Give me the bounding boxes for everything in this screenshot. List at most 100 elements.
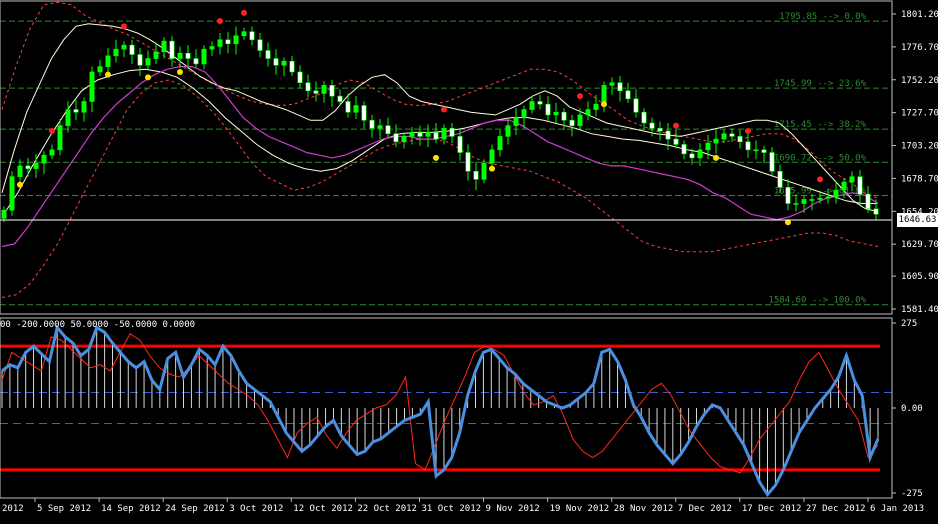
time-axis-label: 7 Dec 2012 — [678, 504, 732, 514]
fractal-up-marker — [577, 93, 583, 100]
candle-body — [465, 152, 471, 172]
candle-body — [737, 136, 743, 143]
price-axis-label: 1678.70 — [901, 174, 938, 184]
candle-body — [521, 109, 527, 118]
candle-body — [873, 208, 879, 215]
candle-body — [105, 55, 111, 67]
fractal-up-marker — [441, 106, 447, 113]
candle-body — [441, 128, 447, 140]
candle-body — [449, 128, 455, 137]
fractal-down-marker — [489, 165, 495, 172]
candle-body — [113, 48, 119, 57]
candle-body — [497, 136, 503, 151]
candle-body — [841, 181, 847, 191]
candle-body — [761, 149, 767, 153]
candle-body — [41, 154, 47, 164]
time-axis-label: 6 Jan 2013 — [870, 504, 924, 514]
candle-body — [769, 152, 775, 172]
fractal-up-marker — [817, 176, 823, 183]
candle-body — [649, 122, 655, 129]
candle-body — [377, 125, 383, 129]
time-axis-label: 28 Nov 2012 — [614, 504, 674, 514]
candle-body — [33, 162, 39, 169]
candle-body — [169, 40, 175, 59]
time-axis-label: 31 Oct 2012 — [421, 504, 481, 514]
candle-body — [753, 149, 759, 152]
candle-body — [409, 132, 415, 137]
candle-body — [297, 71, 303, 84]
candle-body — [145, 58, 151, 66]
time-axis-label: 3 Oct 2012 — [229, 504, 283, 514]
fib-level-label: 1795.85 --> 0.0% — [779, 12, 866, 22]
fractal-up-marker — [241, 9, 247, 16]
fractal-up-marker — [121, 23, 127, 30]
candle-body — [81, 101, 87, 113]
candle-body — [89, 71, 95, 102]
time-axis-label: 14 Sep 2012 — [101, 504, 161, 514]
candle-body — [553, 111, 559, 116]
candle-body — [369, 119, 375, 129]
price-axis-label: 1581.40 — [901, 305, 938, 315]
candle-body — [673, 138, 679, 145]
fractal-down-marker — [601, 101, 607, 108]
chart-canvas[interactable]: 1795.85 --> 0.0% 1745.99 --> 23.6% 1715.45… — [0, 0, 938, 520]
trading-chart-window[interactable]: 1795.85 --> 0.0% 1745.99 --> 23.6% 1715.45… — [0, 0, 938, 520]
candle-body — [265, 50, 271, 59]
candle-body — [657, 128, 663, 132]
candle-body — [305, 82, 311, 92]
cci-header-label: 00 -200.0000 50.0000 -50.0000 0.0000 — [0, 320, 195, 330]
price-axis-label: 1727.70 — [901, 109, 938, 119]
candle-body — [361, 105, 367, 121]
time-axis-label: 5 Sep 2012 — [37, 504, 91, 514]
candle-body — [665, 130, 671, 140]
candle-body — [857, 176, 863, 195]
fractal-down-marker — [177, 68, 183, 75]
candle-body — [825, 196, 831, 199]
fractal-down-marker — [433, 154, 439, 161]
candle-body — [121, 44, 127, 50]
candle-body — [537, 101, 543, 105]
cci-axis-label: 0.00 — [901, 404, 923, 414]
fib-level-label: 1745.99 --> 23.6% — [774, 79, 867, 89]
candle-body — [129, 44, 135, 55]
candle-body — [721, 133, 727, 140]
candle-body — [313, 90, 319, 94]
candle-body — [729, 133, 735, 137]
candle-body — [233, 35, 239, 45]
current-price-tag: 1646.63 — [897, 213, 938, 227]
candle-body — [193, 58, 199, 65]
candle-body — [617, 82, 623, 92]
candle-body — [241, 31, 247, 37]
time-axis-label: 9 Nov 2012 — [486, 504, 540, 514]
candle-body — [505, 125, 511, 137]
fractal-up-marker — [745, 128, 751, 135]
candle-body — [609, 82, 615, 86]
candle-body — [289, 60, 295, 73]
candle-body — [217, 39, 223, 47]
candle-body — [17, 165, 23, 177]
candle-body — [1, 209, 7, 219]
candle-body — [273, 58, 279, 66]
candle-body — [329, 85, 335, 97]
price-axis-label: 1776.70 — [901, 43, 938, 53]
candle-body — [561, 111, 567, 121]
candle-body — [249, 31, 255, 41]
candle-body — [337, 95, 343, 102]
fractal-down-marker — [145, 74, 151, 81]
candle-body — [73, 109, 79, 113]
fractal-up-marker — [673, 122, 679, 129]
candle-body — [785, 187, 791, 204]
fractal-up-marker — [217, 17, 223, 24]
candle-body — [481, 162, 487, 180]
candle-body — [353, 105, 359, 113]
candle-body — [225, 39, 231, 45]
candle-body — [257, 39, 263, 51]
cci-axis-label: -275 — [901, 489, 923, 499]
time-axis-label: 24 Sep 2012 — [165, 504, 225, 514]
candle-body — [689, 153, 695, 159]
fractal-down-marker — [713, 154, 719, 161]
price-axis-label: 1801.20 — [901, 10, 938, 20]
candle-body — [201, 48, 207, 65]
candle-body — [401, 136, 407, 143]
price-axis-label: 1752.20 — [901, 76, 938, 86]
